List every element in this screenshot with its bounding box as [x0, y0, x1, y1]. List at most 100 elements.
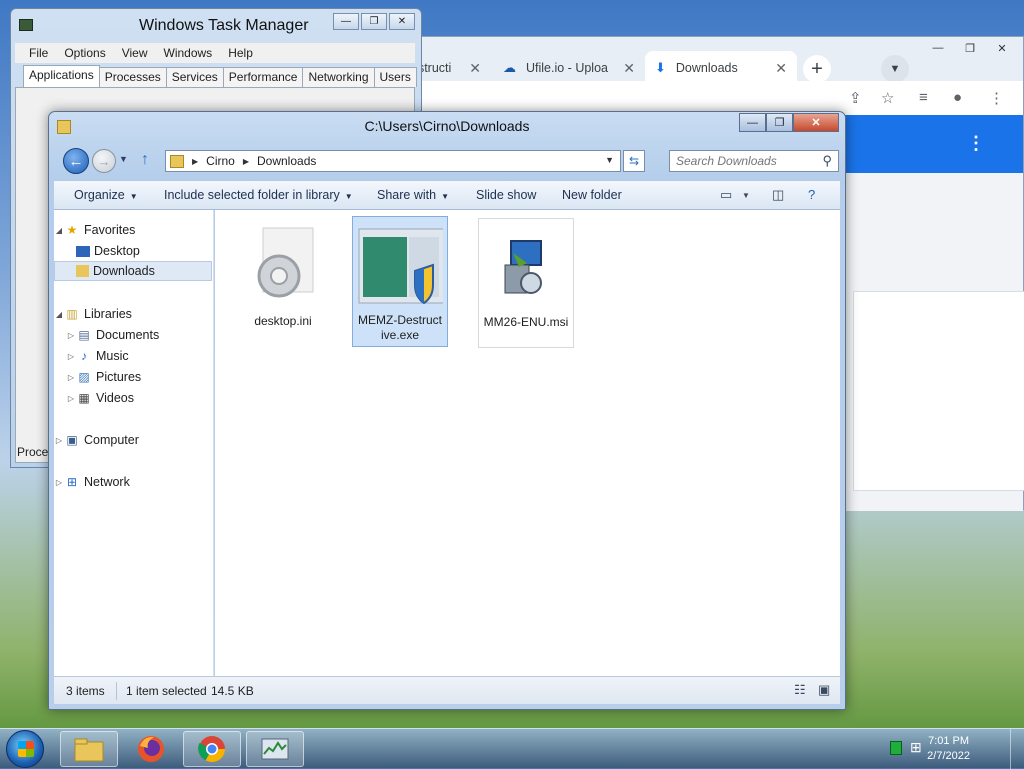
chrome-tab-2[interactable]: ☁ Ufile.io - Uploa ✕: [493, 51, 645, 85]
chrome-tab-3[interactable]: ⬇ Downloads ✕: [645, 51, 797, 85]
explorer-taskbar-button[interactable]: [60, 731, 118, 767]
start-button[interactable]: [6, 730, 44, 768]
tab-3-label: Downloads: [675, 61, 738, 75]
menu-options[interactable]: Options: [58, 46, 111, 60]
network-icon[interactable]: ⊞: [910, 739, 922, 756]
details-view-icon[interactable]: ☷: [794, 682, 806, 698]
tab-users[interactable]: Users: [373, 67, 417, 87]
close-button[interactable]: ✕: [987, 39, 1017, 57]
window-title: C:\Users\Cirno\Downloads: [364, 118, 530, 134]
breadcrumb-separator-icon[interactable]: ▶: [243, 157, 249, 166]
more-options-icon[interactable]: ⋮: [967, 133, 985, 154]
explorer-window: C:\Users\Cirno\Downloads — ❐ ✕ ← → ▼ ↑ ▶…: [48, 111, 846, 710]
address-bar[interactable]: ▶ Cirno ▶ Downloads ▼: [165, 150, 621, 172]
new-tab-button[interactable]: +: [803, 55, 831, 83]
media-control-icon[interactable]: ≡: [919, 89, 928, 106]
file-name: MEMZ-Destructive.exe: [358, 313, 442, 342]
change-view-icon[interactable]: ▭: [720, 187, 732, 203]
tree-label: Downloads: [93, 264, 155, 278]
organize-label: Organize: [74, 188, 125, 202]
expand-arrow-icon[interactable]: ▷: [66, 394, 76, 403]
tab-services[interactable]: Services: [165, 67, 224, 87]
tree-item-libraries[interactable]: ◢ ▥ Libraries: [54, 304, 212, 324]
tree-item-desktop[interactable]: Desktop: [54, 241, 212, 261]
file-item-mm26-msi[interactable]: MM26-ENU.msi: [478, 218, 574, 348]
share-with-button[interactable]: Share with ▼: [377, 188, 449, 202]
desktop-icon: [76, 245, 90, 257]
windows-logo-icon: [18, 741, 34, 757]
expand-arrow-icon[interactable]: ▷: [54, 478, 64, 487]
tree-item-music[interactable]: ▷ ♪ Music: [54, 346, 212, 366]
tree-item-videos[interactable]: ▷ ▦ Videos: [54, 388, 212, 408]
new-folder-button[interactable]: New folder: [562, 188, 622, 202]
tree-item-downloads[interactable]: Downloads: [54, 261, 212, 281]
recent-pages-dropdown-icon[interactable]: ▼: [119, 154, 128, 164]
up-arrow-icon[interactable]: ↑: [141, 151, 149, 169]
tree-label: Desktop: [94, 244, 140, 258]
search-input[interactable]: [676, 152, 816, 170]
star-icon[interactable]: ☆: [881, 89, 894, 107]
breadcrumb-cirno[interactable]: Cirno: [206, 154, 235, 168]
share-icon[interactable]: ⇪: [849, 89, 862, 107]
msi-installer-icon: [483, 223, 569, 311]
expand-arrow-icon[interactable]: ◢: [54, 310, 64, 319]
tab-performance[interactable]: Performance: [222, 67, 304, 87]
close-icon[interactable]: ✕: [469, 60, 481, 77]
file-item-memz-exe[interactable]: MEMZ-Destructive.exe: [352, 216, 448, 347]
menu-view[interactable]: View: [116, 46, 154, 60]
task-manager-taskbar-button[interactable]: [246, 731, 304, 767]
expand-arrow-icon[interactable]: ▷: [66, 331, 76, 340]
tab-applications[interactable]: Applications: [23, 65, 100, 87]
close-icon[interactable]: ✕: [775, 60, 787, 77]
help-icon[interactable]: ?: [808, 187, 815, 202]
tree-item-network[interactable]: ▷ ⊞ Network: [54, 472, 212, 492]
breadcrumb-downloads[interactable]: Downloads: [257, 154, 316, 168]
minimize-button[interactable]: —: [923, 39, 953, 57]
back-button[interactable]: ←: [63, 148, 89, 174]
navigation-row: ← → ▼ ↑ ▶ Cirno ▶ Downloads ▼ ⇆ ⚲: [61, 146, 841, 176]
show-desktop-button[interactable]: [1010, 729, 1024, 769]
menu-kebab-icon[interactable]: ⋮: [989, 89, 1004, 107]
menu-help[interactable]: Help: [222, 46, 259, 60]
maximize-button[interactable]: ❐: [766, 113, 793, 132]
forward-button[interactable]: →: [92, 149, 116, 173]
file-item-desktop-ini[interactable]: desktop.ini: [235, 218, 331, 348]
address-dropdown-icon[interactable]: ▼: [605, 155, 614, 165]
view-options-dropdown-icon[interactable]: ▼: [742, 191, 750, 200]
close-button[interactable]: ✕: [389, 13, 415, 30]
firefox-taskbar-button[interactable]: [122, 731, 180, 767]
minimize-button[interactable]: —: [333, 13, 359, 30]
task-manager-cpu-icon[interactable]: [890, 741, 902, 755]
tree-item-favorites[interactable]: ◢ ★ Favorites: [54, 220, 212, 240]
menu-file[interactable]: File: [23, 46, 54, 60]
tab-search-dropdown-icon[interactable]: ▼: [881, 55, 909, 83]
breadcrumb-separator-icon[interactable]: ▶: [192, 157, 198, 166]
expand-arrow-icon[interactable]: ▷: [54, 436, 64, 445]
close-button[interactable]: ✕: [793, 113, 839, 132]
tree-item-computer[interactable]: ▷ ▣ Computer: [54, 430, 212, 450]
maximize-button[interactable]: ❐: [955, 39, 985, 57]
file-list: desktop.ini MEMZ-Destructive.exe MM26-EN…: [215, 210, 840, 676]
close-icon[interactable]: ✕: [623, 60, 635, 77]
clock[interactable]: 7:01 PM 2/7/2022: [927, 734, 970, 764]
expand-arrow-icon[interactable]: ▷: [66, 373, 76, 382]
organize-button[interactable]: Organize ▼: [74, 188, 138, 202]
chrome-window-controls: — ❐ ✕: [923, 39, 1017, 57]
slide-show-button[interactable]: Slide show: [476, 188, 536, 202]
minimize-button[interactable]: —: [739, 113, 766, 132]
expand-arrow-icon[interactable]: ▷: [66, 352, 76, 361]
tree-item-pictures[interactable]: ▷ ▨ Pictures: [54, 367, 212, 387]
maximize-button[interactable]: ❐: [361, 13, 387, 30]
include-in-library-button[interactable]: Include selected folder in library ▼: [164, 188, 353, 202]
chrome-taskbar-button[interactable]: [183, 731, 241, 767]
refresh-icon[interactable]: ⇆: [623, 150, 645, 172]
profile-icon[interactable]: ●: [953, 89, 962, 106]
menu-windows[interactable]: Windows: [158, 46, 219, 60]
expand-arrow-icon[interactable]: ◢: [54, 226, 64, 235]
tab-processes[interactable]: Processes: [98, 67, 167, 87]
search-box[interactable]: ⚲: [669, 150, 839, 172]
preview-pane-icon[interactable]: ◫: [772, 187, 784, 203]
tab-networking[interactable]: Networking: [302, 67, 375, 87]
large-icons-view-icon[interactable]: ▣: [818, 682, 830, 698]
tree-item-documents[interactable]: ▷ ▤ Documents: [54, 325, 212, 345]
